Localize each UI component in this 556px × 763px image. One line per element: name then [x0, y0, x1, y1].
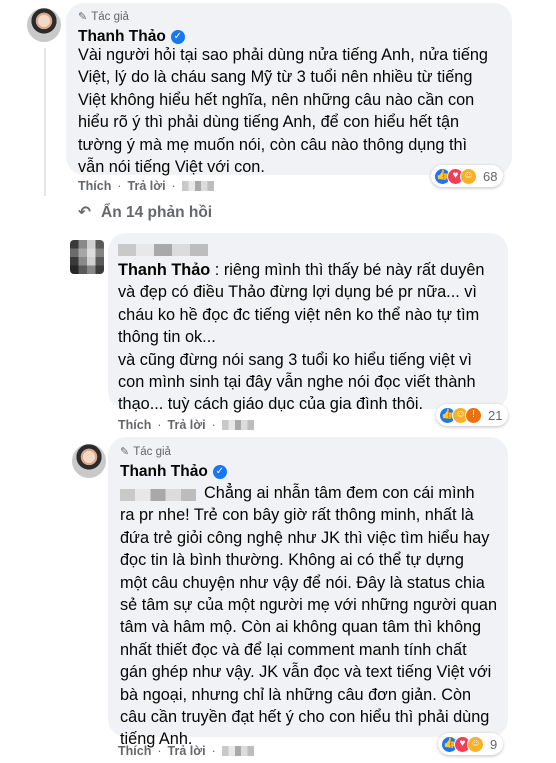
- reaction-count: 21: [488, 407, 503, 423]
- reaction-summary[interactable]: 👍 ♥ ☺ 68: [431, 165, 504, 187]
- separator: ·: [157, 418, 162, 432]
- author-name-label[interactable]: Thanh Thảo: [120, 463, 208, 481]
- timestamp-redacted: [221, 746, 254, 756]
- avatar[interactable]: [70, 240, 104, 274]
- comment-body: : riêng mình thì thấy bé này rất duyên v…: [118, 261, 485, 414]
- timestamp-redacted: [221, 420, 254, 430]
- pen-icon: ✎: [120, 446, 130, 458]
- comment-actions: Thích · Trả lời ·: [118, 744, 254, 758]
- return-arrow-icon: ↶: [78, 204, 91, 221]
- author-name[interactable]: Thanh Thảo ✓: [120, 463, 227, 481]
- reply-link[interactable]: Trả lời: [168, 418, 206, 432]
- angry-reaction-icon: !: [465, 406, 482, 424]
- reaction-summary[interactable]: 👍 ♥ ☺ 9: [438, 733, 504, 755]
- separator: ·: [171, 179, 176, 193]
- author-tag-label: Tác giả: [133, 445, 171, 458]
- comment-actions: Thích · Trả lời ·: [78, 179, 214, 193]
- comment-text: Thanh Thảo : riêng mình thì thấy bé này …: [118, 259, 508, 416]
- mention-link[interactable]: Thanh Thảo: [118, 261, 210, 279]
- reply-link[interactable]: Trả lời: [168, 744, 206, 758]
- reply-link[interactable]: Trả lời: [128, 179, 166, 193]
- verified-icon: ✓: [212, 465, 227, 479]
- separator: ·: [211, 744, 216, 758]
- avatar[interactable]: [72, 444, 106, 478]
- author-tag: ✎ Tác giả: [78, 10, 129, 24]
- reaction-count: 9: [490, 736, 498, 752]
- like-link[interactable]: Thích: [78, 179, 111, 193]
- author-tag-label: Tác giả: [91, 10, 129, 23]
- comment-actions: Thích · Trả lời ·: [118, 418, 254, 432]
- hide-replies-toggle[interactable]: ↶ Ẩn 14 phản hồi: [78, 203, 212, 222]
- timestamp-redacted: [181, 181, 214, 191]
- like-link[interactable]: Thích: [118, 744, 151, 758]
- pen-icon: ✎: [78, 11, 88, 23]
- comment-text: Vài người hỏi tại sao phải dùng nửa tiến…: [78, 46, 488, 177]
- author-tag: ✎ Tác giả: [120, 445, 171, 459]
- reaction-summary[interactable]: 👍 ☺ ! 21: [436, 404, 509, 426]
- haha-reaction-icon: ☺: [467, 735, 484, 753]
- separator: ·: [211, 418, 216, 432]
- hide-replies-label[interactable]: Ẩn 14 phản hồi: [101, 204, 212, 222]
- verified-icon: ✓: [170, 30, 185, 44]
- haha-reaction-icon: ☺: [460, 167, 477, 185]
- thread-line: [44, 48, 46, 196]
- separator: ·: [117, 179, 122, 193]
- like-link[interactable]: Thích: [118, 418, 151, 432]
- reaction-count: 68: [483, 168, 498, 184]
- name-redacted: [118, 244, 208, 256]
- separator: ·: [157, 744, 162, 758]
- comment-text: Chẳng ai nhẫn tâm đem con cái mình ra pr…: [120, 484, 497, 749]
- avatar[interactable]: [27, 8, 61, 42]
